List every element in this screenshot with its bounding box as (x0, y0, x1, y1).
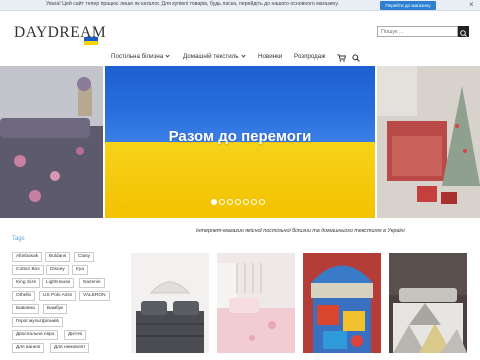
tag-item[interactable]: Герої мультфільмів (12, 317, 63, 327)
slider-dot-4[interactable] (235, 199, 241, 205)
product-card-3[interactable] (303, 253, 381, 353)
close-notice-button[interactable]: × (469, 0, 474, 10)
tag-item[interactable]: Бамбук (43, 304, 68, 314)
slider-dot-7[interactable] (259, 199, 265, 205)
go-to-store-button[interactable]: Перейти до магазину (380, 1, 436, 10)
tag-item[interactable]: Altinbasak (12, 252, 43, 262)
tag-item[interactable]: Двоспальне євро (12, 330, 59, 340)
cart-icon[interactable] (337, 54, 346, 62)
nav-item-label: Домашній текстиль (183, 53, 239, 60)
search-icon (460, 30, 467, 37)
tag-item[interactable]: US Polo Assn (39, 291, 77, 301)
product-card-4[interactable] (389, 253, 467, 353)
slider-dot-1[interactable] (211, 199, 217, 205)
tag-item[interactable]: Buldans (45, 252, 71, 262)
slide-image-bedroom-left[interactable] (0, 66, 103, 218)
tag-item[interactable]: Irya (72, 265, 88, 275)
tag-item[interactable]: Для ванної (12, 343, 45, 353)
tag-item[interactable]: Othello (12, 291, 36, 301)
site-tagline: Інтернет-магазин якісної постільної біли… (196, 228, 405, 234)
tag-item[interactable]: Бавовна (12, 304, 39, 314)
tag-item[interactable]: King Size (12, 278, 41, 288)
tag-item[interactable]: VALERON (79, 291, 110, 301)
product-card-1[interactable] (131, 253, 209, 353)
slider-dot-6[interactable] (251, 199, 257, 205)
notice-text: Увага! Цей сайт тепер працює лише як кат… (46, 1, 339, 7)
nav-item-label: Новинки (258, 53, 283, 60)
tags-title: Tags (12, 236, 25, 242)
header-search (377, 26, 469, 37)
search-icon[interactable] (352, 54, 360, 62)
nav-item-label: Постільна білизна (111, 53, 164, 60)
ukraine-flag-icon (84, 37, 98, 45)
nav-item-bedding[interactable]: Постільна білизна (111, 53, 170, 60)
nav-item-new[interactable]: Новинки (258, 53, 282, 60)
tag-item[interactable]: LightHouse (42, 278, 75, 288)
tag-item[interactable]: Дитячі (64, 330, 87, 340)
christmas-room-image (377, 66, 480, 218)
bedroom-image (0, 66, 103, 218)
flag-yellow-band (105, 142, 375, 218)
tag-item[interactable]: Disney (46, 265, 69, 275)
slider-dot-2[interactable] (219, 199, 225, 205)
slider-dot-3[interactable] (227, 199, 233, 205)
tag-item[interactable]: Cotton Box (12, 265, 44, 275)
tag-item[interactable]: Clasy (74, 252, 94, 262)
product-image-kids-bedding (303, 253, 381, 353)
slider-dot-5[interactable] (243, 199, 249, 205)
tag-item[interactable]: Для немовлят (50, 343, 90, 353)
product-image-grey-bedding (131, 253, 209, 353)
chevron-down-icon (165, 53, 170, 58)
nav-item-label: Розпродаж (294, 53, 326, 60)
notice-bar: Увага! Цей сайт тепер працює лише як кат… (0, 0, 480, 11)
site-logo[interactable]: DAYDREAM (14, 22, 106, 48)
slide-title: Разом до перемоги (168, 128, 312, 145)
tag-item[interactable]: Nazenin (79, 278, 105, 288)
nav-item-sale[interactable]: Розпродаж (294, 53, 325, 60)
search-input[interactable] (377, 26, 458, 37)
product-card-2[interactable] (217, 253, 295, 353)
nav-item-home-textile[interactable]: Домашній текстиль (183, 53, 246, 60)
slide-ukraine-flag[interactable]: Разом до перемоги (105, 66, 375, 218)
slide-image-christmas-right[interactable] (377, 66, 480, 218)
product-image-pink-bedding (217, 253, 295, 353)
product-image-geometric-bedding (389, 253, 467, 353)
search-submit-button[interactable] (458, 26, 469, 37)
chevron-down-icon (240, 53, 246, 58)
hero-slider: Разом до перемоги (0, 66, 480, 218)
